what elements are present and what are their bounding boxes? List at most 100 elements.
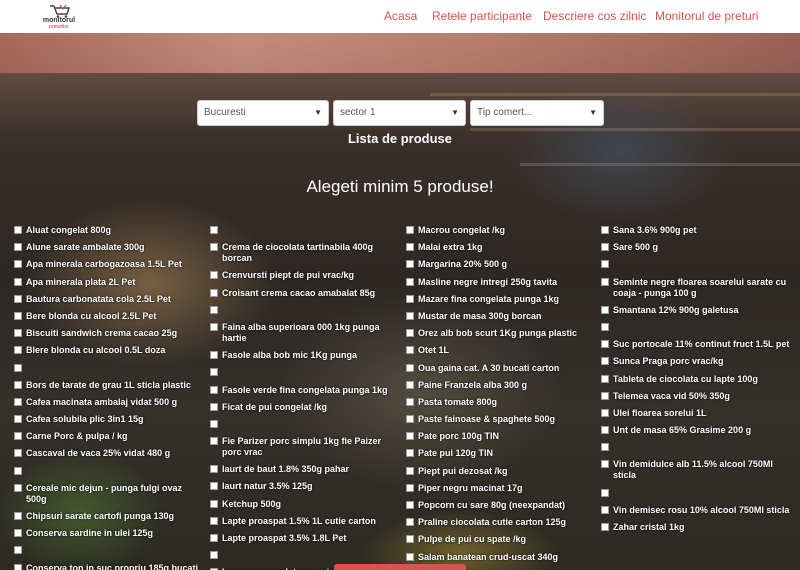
checkbox[interactable] [14,415,22,424]
checkbox[interactable] [601,505,609,514]
checkbox[interactable] [406,380,414,389]
product-checkbox-item[interactable]: Orez alb bob scurt 1Kg punga plastic [406,328,596,339]
checkbox[interactable] [14,466,22,475]
product-checkbox-item[interactable]: Bors de tarate de grau 1L sticla plastic [14,380,204,391]
product-checkbox-item[interactable]: Lapte proaspat 3.5% 1.8L Pet [210,533,400,544]
checkbox[interactable] [14,483,22,492]
product-checkbox-item[interactable]: Bautura carbonatata cola 2.5L Pet [14,294,204,305]
product-checkbox-item[interactable]: Faina alba superioara 000 1kg punga hart… [210,322,400,344]
checkbox[interactable] [14,329,22,338]
product-checkbox-item[interactable]: Cascaval de vaca 25% vidat 480 g [14,448,204,459]
product-checkbox-item[interactable] [14,466,204,477]
product-checkbox-item[interactable]: Pasta tomate 800g [406,397,596,408]
product-checkbox-item[interactable] [14,545,204,556]
checkbox[interactable] [14,546,22,555]
product-checkbox-item[interactable]: Iaurt natur 3.5% 125g [210,481,400,492]
product-checkbox-item[interactable]: Conserva ton in suc propriu 185g bucati [14,563,204,570]
checkbox[interactable] [601,260,609,269]
checkbox[interactable] [14,226,22,234]
product-checkbox-item[interactable]: Pate porc 100g TIN [406,431,596,442]
checkbox[interactable] [601,340,609,349]
checkbox[interactable] [14,260,22,269]
checkbox[interactable] [601,277,609,286]
product-checkbox-item[interactable]: Ketchup 500g [210,499,400,510]
checkbox[interactable] [210,288,218,297]
checkbox[interactable] [210,419,218,428]
checkbox[interactable] [210,368,218,377]
checkbox[interactable] [210,322,218,331]
product-checkbox-item[interactable] [210,550,400,561]
checkbox[interactable] [210,437,218,446]
product-checkbox-item[interactable]: Lapte proaspat 1.5% 1L cutie carton [210,516,400,527]
checkbox[interactable] [601,357,609,366]
product-checkbox-item[interactable] [210,419,400,430]
checkbox[interactable] [601,488,609,497]
checkbox[interactable] [210,351,218,360]
checkbox[interactable] [210,385,218,394]
product-checkbox-item[interactable] [14,363,204,374]
checkbox[interactable] [601,426,609,435]
product-checkbox-item[interactable]: Pulpe de pui cu spate /kg [406,534,596,545]
checkbox[interactable] [406,535,414,544]
product-checkbox-item[interactable] [601,442,791,453]
product-checkbox-item[interactable]: Suc portocale 11% continut fruct 1.5L pe… [601,339,791,350]
product-checkbox-item[interactable]: Paste fainoase & spaghete 500g [406,414,596,425]
product-checkbox-item[interactable] [210,367,400,378]
checkbox[interactable] [601,374,609,383]
checkbox[interactable] [210,534,218,542]
product-checkbox-item[interactable]: Zahar cristal 1kg [601,522,791,533]
product-checkbox-item[interactable]: Bere blonda cu alcool 2.5L Pet [14,311,204,322]
product-checkbox-item[interactable]: Biscuiti sandwich crema cacao 25g [14,328,204,339]
checkbox[interactable] [601,443,609,452]
checkbox[interactable] [601,322,609,331]
product-checkbox-item[interactable]: Croisant crema cacao amabalat 85g [210,288,400,299]
product-checkbox-item[interactable]: Blere blonda cu alcool 0.5L doza [14,345,204,356]
product-checkbox-item[interactable] [601,322,791,333]
checkbox[interactable] [601,226,609,234]
product-checkbox-item[interactable]: Carne Porc & pulpa / kg [14,431,204,442]
product-checkbox-item[interactable]: Conserva sardine in ulei 125g [14,528,204,539]
checkbox[interactable] [210,243,218,252]
checkbox[interactable] [14,294,22,303]
product-checkbox-item[interactable]: Piper negru macinat 17g [406,483,596,494]
product-checkbox-item[interactable]: Margarina 20% 500 g [406,259,596,270]
checkbox[interactable] [406,226,414,234]
checkbox[interactable] [406,346,414,355]
checkbox[interactable] [406,518,414,527]
product-checkbox-item[interactable]: Iaurt de baut 1.8% 350g pahar [210,464,400,475]
checkbox[interactable] [14,311,22,320]
brand-logo[interactable]: monitorul preturilor [36,3,82,31]
product-checkbox-item[interactable]: Malai extra 1kg [406,242,596,253]
checkbox[interactable] [14,363,22,372]
checkbox[interactable] [14,529,22,538]
product-checkbox-item[interactable]: Tableta de ciocolata cu lapte 100g [601,374,791,385]
checkbox[interactable] [14,512,22,520]
checkbox[interactable] [210,305,218,314]
product-checkbox-item[interactable]: Sunca Praga porc vrac/kg [601,356,791,367]
checkbox[interactable] [406,466,414,475]
checkbox[interactable] [406,277,414,286]
nav-link-monitorul-de-preturi[interactable]: Monitorul de preturi [655,9,758,23]
product-checkbox-item[interactable]: Unt de masa 65% Grasime 200 g [601,425,791,436]
product-checkbox-item[interactable] [210,305,400,316]
product-checkbox-item[interactable] [210,225,400,236]
checkbox[interactable] [210,499,218,508]
checkbox[interactable] [406,363,414,372]
product-checkbox-item[interactable]: Salam banatean crud-uscat 340g [406,552,596,563]
checkbox[interactable] [406,415,414,424]
product-checkbox-item[interactable]: Vin demidulce alb 11.5% alcool 750Ml sti… [601,459,791,481]
product-checkbox-item[interactable]: Macrou congelat /kg [406,225,596,236]
nav-link-retele-participante[interactable]: Retele participante [432,9,532,23]
product-checkbox-item[interactable]: Paine Franzela alba 300 g [406,380,596,391]
product-checkbox-item[interactable]: Fie Parizer porc simplu 1kg fie Paizer p… [210,436,400,458]
product-checkbox-item[interactable]: Sana 3.6% 900g pet [601,225,791,236]
product-checkbox-item[interactable]: Fasole verde fina congelata punga 1kg [210,385,400,396]
checkbox[interactable] [14,346,22,355]
product-checkbox-item[interactable]: Chipsuri sarate cartofi punga 130g [14,511,204,522]
product-checkbox-item[interactable]: Telemea vaca vid 50% 350g [601,391,791,402]
checkbox[interactable] [601,391,609,400]
checkbox[interactable] [406,397,414,406]
checkbox[interactable] [14,243,22,252]
checkbox[interactable] [210,551,218,560]
checkbox[interactable] [406,552,414,561]
